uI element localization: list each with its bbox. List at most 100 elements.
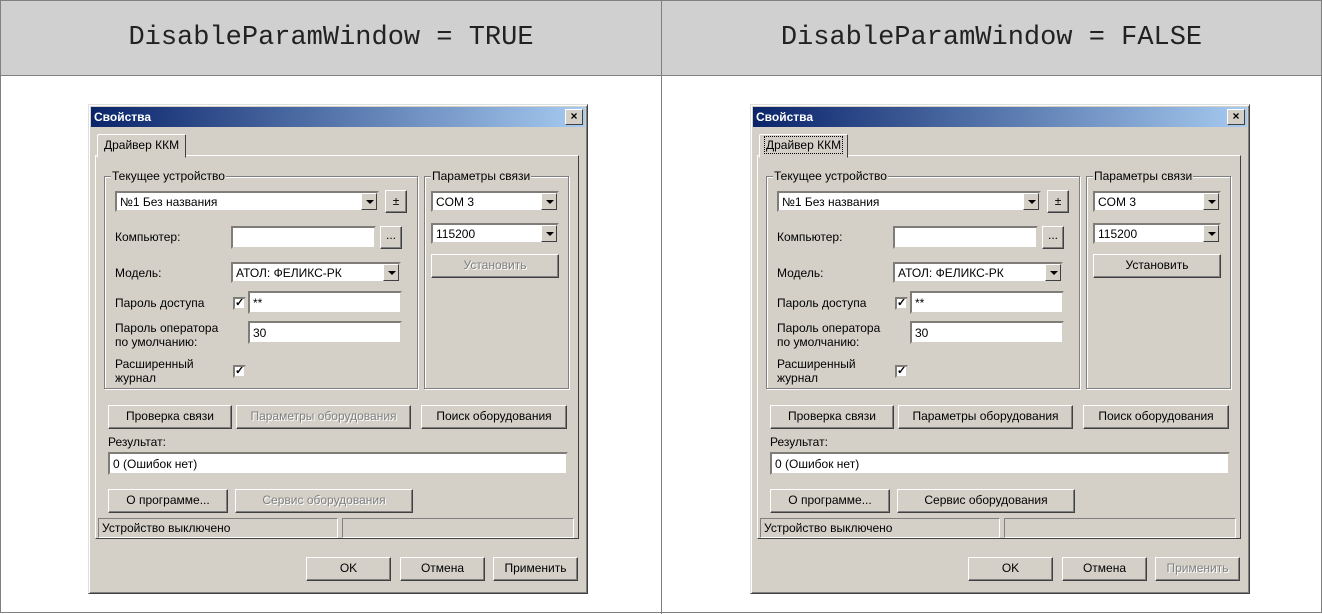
- equipment-service-button[interactable]: Сервис оборудования: [897, 489, 1075, 513]
- device-group-label: Текущее устройство: [111, 169, 226, 183]
- device-select[interactable]: №1 Без названия: [777, 191, 1041, 212]
- model-select[interactable]: АТОЛ: ФЕЛИКС-РК: [231, 262, 401, 283]
- tab-driver-kkm[interactable]: Драйвер ККМ: [97, 134, 187, 158]
- tab-panel: Текущее устройство №1 Без названия ± Ком…: [757, 155, 1241, 539]
- browse-computer-button[interactable]: ...: [1042, 226, 1064, 249]
- ellipsis-icon: ...: [385, 228, 396, 242]
- ok-button[interactable]: OK: [306, 557, 391, 581]
- device-select[interactable]: №1 Без названия: [115, 191, 379, 212]
- properties-dialog-right: Свойства × Драйвер ККМ Текущее устройств…: [750, 104, 1250, 594]
- connection-group-label: Параметры связи: [1093, 169, 1194, 183]
- model-label: Модель:: [115, 266, 162, 280]
- password-checkbox[interactable]: ✓: [895, 297, 908, 310]
- operator-password-input[interactable]: 30: [910, 321, 1064, 344]
- operator-password-label-1: Пароль оператора: [777, 321, 881, 335]
- extended-journal-checkbox[interactable]: ✓: [233, 365, 246, 378]
- port-select[interactable]: COM 3: [431, 191, 559, 212]
- chevron-down-icon: [383, 264, 399, 281]
- computer-input[interactable]: [893, 226, 1038, 249]
- baud-select-value: 115200: [1098, 227, 1138, 241]
- journal-label-1: Расширенный: [777, 357, 856, 371]
- operator-password-input[interactable]: 30: [248, 321, 402, 344]
- chevron-down-icon: [361, 193, 377, 210]
- equipment-params-button[interactable]: Параметры оборудования: [898, 405, 1073, 429]
- baud-select[interactable]: 115200: [1093, 223, 1221, 244]
- about-button[interactable]: О программе...: [770, 489, 890, 513]
- device-group-label: Текущее устройство: [773, 169, 888, 183]
- journal-label-2: журнал: [777, 371, 819, 385]
- title-bar[interactable]: Свойства ×: [753, 107, 1247, 127]
- device-select-value: №1 Без названия: [120, 195, 218, 209]
- status-bar-text: Устройство выключено: [760, 518, 1000, 538]
- model-select-value: АТОЛ: ФЕЛИКС-РК: [898, 266, 1004, 280]
- apply-button[interactable]: Применить: [1155, 557, 1240, 581]
- device-group: Текущее устройство №1 Без названия ± Ком…: [104, 169, 418, 389]
- close-button[interactable]: ×: [565, 109, 583, 125]
- password-checkbox[interactable]: ✓: [233, 297, 246, 310]
- check-connection-button[interactable]: Проверка связи: [108, 405, 232, 429]
- equipment-params-button[interactable]: Параметры оборудования: [236, 405, 411, 429]
- result-label: Результат:: [108, 435, 166, 449]
- tab-panel: Текущее устройство №1 Без названия ± Ком…: [95, 155, 579, 539]
- model-select[interactable]: АТОЛ: ФЕЛИКС-РК: [893, 262, 1063, 283]
- operator-password-label-1: Пароль оператора: [115, 321, 219, 335]
- journal-label-1: Расширенный: [115, 357, 194, 371]
- journal-label-2: журнал: [115, 371, 157, 385]
- computer-label: Компьютер:: [115, 230, 181, 244]
- password-input[interactable]: **: [910, 291, 1064, 314]
- search-equipment-button[interactable]: Поиск оборудования: [421, 405, 567, 429]
- install-button[interactable]: Установить: [431, 254, 559, 278]
- password-label: Пароль доступа: [777, 296, 867, 310]
- password-label: Пароль доступа: [115, 296, 205, 310]
- check-connection-button[interactable]: Проверка связи: [770, 405, 894, 429]
- about-button[interactable]: О программе...: [108, 489, 228, 513]
- add-remove-device-button[interactable]: ±: [1047, 190, 1069, 213]
- plus-minus-icon: ±: [1054, 194, 1062, 208]
- check-icon: ✓: [897, 297, 907, 309]
- cancel-button[interactable]: Отмена: [400, 557, 485, 581]
- model-label: Модель:: [777, 266, 824, 280]
- computer-input[interactable]: [231, 226, 376, 249]
- search-equipment-button[interactable]: Поиск оборудования: [1083, 405, 1229, 429]
- port-select[interactable]: COM 3: [1093, 191, 1221, 212]
- extended-journal-checkbox[interactable]: ✓: [895, 365, 908, 378]
- add-remove-device-button[interactable]: ±: [385, 190, 407, 213]
- tab-driver-kkm[interactable]: Драйвер ККМ: [759, 134, 849, 158]
- plus-minus-icon: ±: [392, 194, 400, 208]
- dialog-title: Свойства: [756, 110, 814, 124]
- password-input[interactable]: **: [248, 291, 402, 314]
- equipment-service-button[interactable]: Сервис оборудования: [235, 489, 413, 513]
- apply-button[interactable]: Применить: [493, 557, 578, 581]
- result-field[interactable]: 0 (Ошибок нет): [108, 452, 568, 475]
- operator-password-label-2: по умолчанию:: [777, 335, 860, 349]
- chevron-down-icon: [541, 193, 557, 210]
- model-select-value: АТОЛ: ФЕЛИКС-РК: [236, 266, 342, 280]
- chevron-down-icon: [1023, 193, 1039, 210]
- dialog-title: Свойства: [94, 110, 152, 124]
- check-icon: ✓: [235, 365, 245, 377]
- properties-dialog-left: Свойства × Драйвер ККМ Текущее устройств…: [88, 104, 588, 594]
- install-button[interactable]: Установить: [1093, 254, 1221, 278]
- ok-button[interactable]: OK: [968, 557, 1053, 581]
- ellipsis-icon: ...: [1047, 228, 1058, 242]
- status-bar-panel: [342, 518, 574, 538]
- check-icon: ✓: [897, 365, 907, 377]
- baud-select-value: 115200: [436, 227, 476, 241]
- close-icon: ×: [1232, 109, 1240, 123]
- port-select-value: COM 3: [436, 195, 475, 209]
- device-select-value: №1 Без названия: [782, 195, 880, 209]
- browse-computer-button[interactable]: ...: [380, 226, 402, 249]
- operator-password-label-2: по умолчанию:: [115, 335, 198, 349]
- computer-label: Компьютер:: [777, 230, 843, 244]
- connection-group: Параметры связи COM 3 115200 Установить: [424, 169, 569, 389]
- status-bar-panel: [1004, 518, 1236, 538]
- baud-select[interactable]: 115200: [431, 223, 559, 244]
- chevron-down-icon: [541, 225, 557, 242]
- close-icon: ×: [570, 109, 578, 123]
- title-bar[interactable]: Свойства ×: [91, 107, 585, 127]
- result-field[interactable]: 0 (Ошибок нет): [770, 452, 1230, 475]
- cancel-button[interactable]: Отмена: [1062, 557, 1147, 581]
- tab-label: Драйвер ККМ: [104, 138, 180, 152]
- close-button[interactable]: ×: [1227, 109, 1245, 125]
- chevron-down-icon: [1203, 225, 1219, 242]
